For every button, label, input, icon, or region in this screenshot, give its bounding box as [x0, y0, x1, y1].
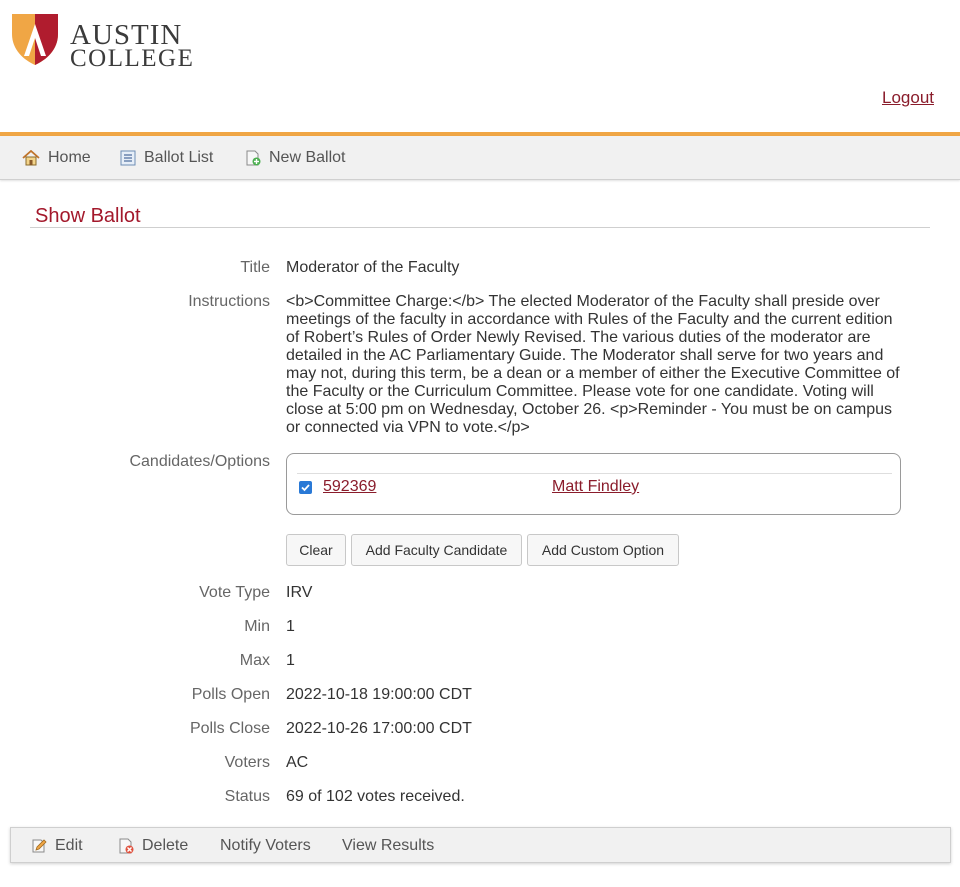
voters-label: Voters	[224, 754, 270, 771]
view-results-button[interactable]: View Results	[342, 828, 434, 864]
add-faculty-candidate-button[interactable]: Add Faculty Candidate	[351, 534, 522, 566]
candidate-checkbox[interactable]	[299, 481, 312, 494]
austin-college-logo[interactable]: AUSTIN COLLEGE	[10, 12, 200, 72]
instructions-label: Instructions	[188, 293, 270, 310]
checkmark-icon	[301, 484, 310, 492]
max-label: Max	[239, 652, 270, 669]
page-title: Show Ballot	[35, 205, 141, 227]
logout-link[interactable]: Logout	[882, 88, 934, 108]
delete-icon	[119, 838, 134, 854]
vote-type-label: Vote Type	[199, 584, 270, 601]
polls-close-label: Polls Close	[189, 720, 270, 737]
nav-item-ballot-list[interactable]: Ballot List	[120, 136, 213, 180]
title-divider	[30, 227, 930, 228]
candidates-list: 592369 Matt Findley	[286, 453, 901, 515]
notify-voters-button[interactable]: Notify Voters	[220, 828, 311, 864]
page-header: AUSTIN COLLEGE Logout	[0, 0, 960, 132]
title-value: Moderator of the Faculty	[286, 259, 460, 276]
nav-home-label: Home	[48, 149, 91, 166]
edit-icon	[32, 839, 47, 853]
instructions-value: <b>Committee Charge:</b> The elected Mod…	[286, 293, 900, 436]
status-value: 69 of 102 votes received.	[286, 788, 465, 805]
candidates-label: Candidates/Options	[129, 453, 270, 470]
nav-new-ballot-label: New Ballot	[269, 149, 346, 166]
clear-button[interactable]: Clear	[286, 534, 346, 566]
list-icon	[120, 150, 136, 166]
polls-open-value: 2022-10-18 19:00:00 CDT	[286, 686, 472, 703]
status-label: Status	[224, 788, 270, 805]
polls-open-label: Polls Open	[191, 686, 270, 703]
vote-type-value: IRV	[286, 584, 313, 601]
nav-item-home[interactable]: Home	[22, 136, 91, 180]
delete-button[interactable]: Delete	[118, 828, 188, 864]
home-icon	[22, 150, 40, 166]
add-custom-option-button[interactable]: Add Custom Option	[527, 534, 679, 566]
candidates-header-divider	[297, 473, 892, 474]
nav-ballot-list-label: Ballot List	[144, 149, 214, 166]
new-document-icon	[246, 150, 261, 166]
voters-value: AC	[286, 754, 309, 771]
action-toolbar: Edit Delete Notify Voters View Results	[10, 827, 951, 863]
polls-close-value: 2022-10-26 17:00:00 CDT	[286, 720, 472, 737]
shield-logo-icon	[12, 14, 58, 65]
logo-wordmark-line2: COLLEGE	[70, 45, 195, 72]
delete-label: Delete	[142, 837, 189, 854]
title-label: Title	[240, 259, 270, 276]
min-label: Min	[244, 618, 270, 635]
edit-button[interactable]: Edit	[31, 828, 83, 864]
max-value: 1	[286, 652, 295, 669]
candidate-id-link[interactable]: 592369	[323, 478, 376, 496]
nav-item-new-ballot[interactable]: New Ballot	[245, 136, 345, 180]
main-nav: Home Ballot List New Ballot	[0, 136, 960, 180]
min-value: 1	[286, 618, 295, 635]
edit-label: Edit	[55, 837, 83, 854]
candidate-name-link[interactable]: Matt Findley	[552, 478, 639, 496]
